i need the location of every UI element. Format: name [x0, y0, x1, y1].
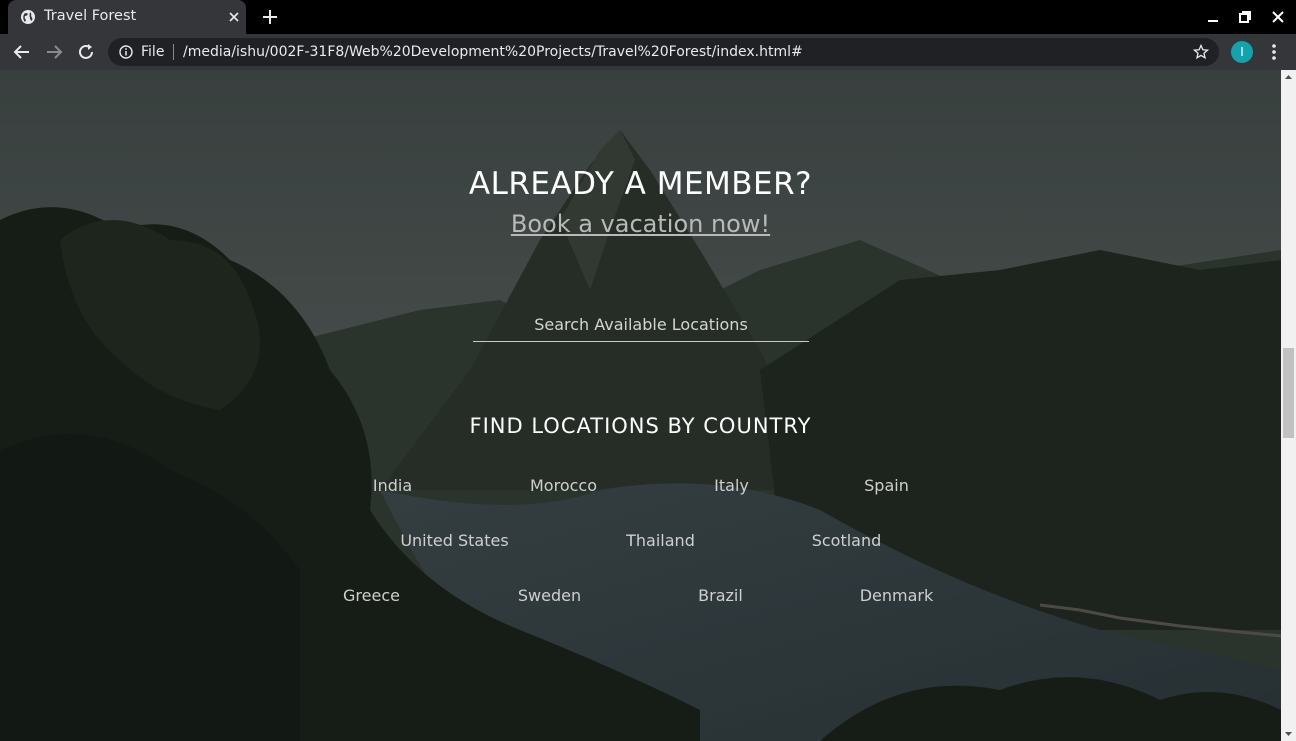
address-bar[interactable]: File /media/ishu/002F-31F8/Web%20Develop… — [108, 38, 1219, 66]
page-scrollbar[interactable] — [1281, 70, 1296, 741]
scroll-up-arrow-icon[interactable] — [1281, 70, 1296, 84]
member-heading: ALREADY A MEMBER? — [468, 166, 813, 202]
country-link-india[interactable]: India — [315, 476, 471, 495]
restore-icon[interactable] — [1237, 9, 1253, 25]
tab-strip: Travel Forest — [0, 0, 1296, 34]
member-section: ALREADY A MEMBER? Book a vacation now! F… — [0, 70, 1281, 741]
country-row-3: Greece Sweden Brazil Denmark — [0, 586, 1281, 605]
country-link-scotland[interactable]: Scotland — [772, 531, 922, 550]
country-link-spain[interactable]: Spain — [807, 476, 967, 495]
browser-tab[interactable]: Travel Forest — [8, 0, 246, 34]
globe-icon — [21, 10, 35, 24]
country-link-denmark[interactable]: Denmark — [799, 586, 995, 605]
country-link-thailand[interactable]: Thailand — [550, 531, 772, 550]
page-viewport: ALREADY A MEMBER? Book a vacation now! F… — [0, 70, 1281, 741]
country-link-sweden[interactable]: Sweden — [457, 586, 643, 605]
country-link-italy[interactable]: Italy — [657, 476, 807, 495]
book-vacation-link[interactable]: Book a vacation now! — [0, 210, 1281, 238]
close-window-icon[interactable] — [1270, 9, 1286, 25]
scrollbar-thumb[interactable] — [1283, 348, 1294, 438]
close-icon[interactable] — [226, 9, 242, 25]
kebab-menu-icon[interactable] — [1266, 42, 1282, 62]
country-row-1: India Morocco Italy Spain — [0, 476, 1281, 495]
star-icon[interactable] — [1193, 44, 1209, 60]
address-separator — [173, 44, 174, 60]
tab-title: Travel Forest — [44, 8, 137, 24]
country-link-united-states[interactable]: United States — [360, 531, 550, 550]
country-heading: FIND LOCATIONS BY COUNTRY — [469, 414, 812, 438]
address-url[interactable]: /media/ishu/002F-31F8/Web%20Development%… — [183, 44, 803, 60]
country-link-morocco[interactable]: Morocco — [471, 476, 657, 495]
country-row-2: United States Thailand Scotland — [0, 531, 1281, 550]
country-link-brazil[interactable]: Brazil — [643, 586, 799, 605]
browser-toolbar: File /media/ishu/002F-31F8/Web%20Develop… — [0, 34, 1296, 70]
address-scheme: File — [141, 44, 165, 60]
country-link-greece[interactable]: Greece — [287, 586, 457, 605]
scroll-down-arrow-icon[interactable] — [1281, 727, 1296, 741]
info-icon[interactable] — [119, 45, 133, 59]
minimize-icon[interactable] — [1205, 9, 1221, 25]
search-locations-input[interactable] — [473, 308, 809, 342]
reload-icon[interactable] — [76, 42, 96, 62]
plus-icon[interactable] — [260, 7, 280, 27]
forward-arrow-icon[interactable] — [44, 42, 64, 62]
profile-avatar[interactable]: I — [1231, 41, 1253, 63]
back-arrow-icon[interactable] — [12, 42, 32, 62]
